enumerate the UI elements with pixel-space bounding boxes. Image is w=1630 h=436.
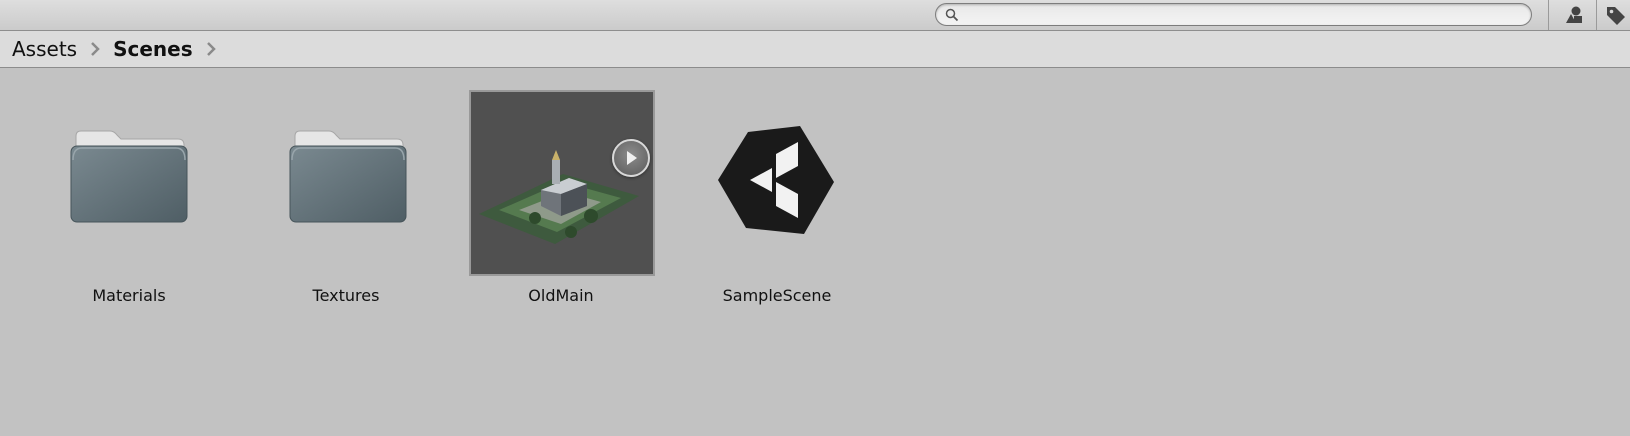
shapes-filter-icon [1566, 6, 1582, 23]
asset-label: Materials [92, 286, 166, 305]
breadcrumb-item-assets[interactable]: Assets [12, 37, 77, 61]
folder-icon [70, 130, 188, 223]
play-icon [627, 151, 637, 165]
search-icon [945, 8, 959, 22]
breadcrumb: Assets Scenes [0, 31, 1630, 68]
tag-icon [1607, 7, 1625, 25]
toolbar-divider [1548, 0, 1549, 30]
asset-label: SampleScene [722, 286, 832, 305]
asset-label: OldMain [528, 286, 594, 305]
asset-item-samplescene[interactable]: SampleScene [682, 68, 872, 308]
folder-icon [289, 130, 407, 223]
asset-item-oldmain[interactable]: OldMain [466, 68, 656, 308]
toolbar-divider [1596, 0, 1597, 30]
campus-model-preview [479, 150, 639, 244]
chevron-right-icon[interactable] [205, 41, 217, 57]
breadcrumb-item-scenes[interactable]: Scenes [113, 37, 193, 61]
unity-scene-icon [718, 126, 834, 234]
filter-by-label-button[interactable] [1604, 4, 1630, 26]
search-input[interactable] [962, 6, 1526, 25]
expand-subassets-button[interactable] [612, 139, 650, 177]
asset-label: Textures [312, 286, 380, 305]
chevron-right-icon [91, 42, 100, 56]
search-field[interactable] [935, 3, 1532, 26]
asset-item-textures[interactable]: Textures [251, 68, 441, 308]
asset-grid: Materials Textures OldMain SampleScene [0, 68, 1630, 436]
project-toolbar [0, 0, 1630, 31]
filter-by-type-button[interactable] [1560, 4, 1588, 26]
model-preview-thumbnail [469, 90, 655, 276]
asset-item-materials[interactable]: Materials [34, 68, 224, 308]
